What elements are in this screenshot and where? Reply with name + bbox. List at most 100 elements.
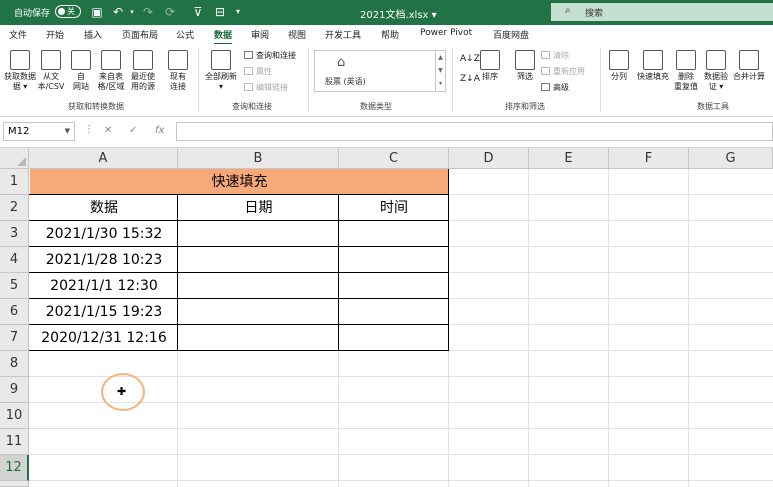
- date-cell[interactable]: [178, 299, 339, 325]
- gallery-scroll[interactable]: ▲ ▼ ▾: [435, 51, 445, 91]
- date-cell[interactable]: [178, 325, 339, 351]
- from-text-csv-button[interactable]: 从文 本/CSV: [36, 50, 66, 92]
- row-header-2[interactable]: 2: [0, 195, 29, 221]
- row-header-9[interactable]: 9: [0, 377, 29, 403]
- text-to-columns-button[interactable]: 分列: [606, 50, 632, 82]
- from-table-range-button[interactable]: 来自表 格/区域: [96, 50, 126, 92]
- properties-label: 属性: [256, 67, 272, 76]
- autosave-toggle[interactable]: 关: [55, 5, 81, 18]
- data-validation-label: 数据验: [704, 72, 728, 81]
- time-cell[interactable]: [339, 273, 449, 299]
- header-cell-data[interactable]: 数据: [30, 195, 178, 221]
- column-header-c[interactable]: C: [339, 148, 449, 169]
- advanced-button[interactable]: 高级: [541, 83, 569, 93]
- tab-home[interactable]: 开始: [46, 28, 64, 41]
- tab-insert[interactable]: 插入: [84, 28, 102, 41]
- row-header-5[interactable]: 5: [0, 273, 29, 299]
- row-header-7[interactable]: 7: [0, 325, 29, 351]
- data-validation-button[interactable]: 数据验 证 ▾: [702, 50, 730, 92]
- undo-dropdown-icon[interactable]: ▾: [124, 4, 140, 20]
- row-header-13[interactable]: [0, 481, 29, 487]
- column-header-d[interactable]: D: [449, 148, 529, 169]
- sort-az-icon[interactable]: A↓Z: [460, 54, 480, 64]
- row-header-12[interactable]: 12: [0, 455, 29, 481]
- column-header-a[interactable]: A: [29, 148, 178, 169]
- row-header-10[interactable]: 10: [0, 403, 29, 429]
- tab-page-layout[interactable]: 页面布局: [122, 28, 158, 41]
- consolidate-button[interactable]: 合并计算: [730, 50, 768, 82]
- worksheet-grid[interactable]: A B C D E F G 1 2 3 4 5 6 7 8 9 10 11 12: [0, 148, 773, 487]
- custom-command-icon[interactable]: ⟳: [162, 4, 178, 20]
- tab-data[interactable]: 数据: [214, 28, 233, 45]
- name-box[interactable]: M12 ▼: [3, 122, 75, 141]
- time-cell[interactable]: [339, 247, 449, 273]
- row-header-11[interactable]: 11: [0, 429, 29, 455]
- tab-developer[interactable]: 开发工具: [325, 28, 361, 41]
- tab-view[interactable]: 视图: [288, 28, 306, 41]
- data-cell[interactable]: 2020/12/31 12:16: [30, 325, 178, 351]
- data-cell[interactable]: 2021/1/28 10:23: [30, 247, 178, 273]
- tab-review[interactable]: 审阅: [251, 28, 269, 41]
- cell-cursor-icon: ✚: [117, 385, 127, 398]
- enter-icon[interactable]: ✓: [129, 125, 137, 136]
- group-label-get-transform: 获取和转换数据: [68, 102, 124, 111]
- title-merged-cell[interactable]: 快速填充: [30, 169, 449, 195]
- tab-baidu-netdisk[interactable]: 百度网盘: [493, 28, 529, 41]
- refresh-icon: [211, 50, 231, 70]
- column-header-f[interactable]: F: [609, 148, 689, 169]
- time-cell[interactable]: [339, 221, 449, 247]
- filter-button[interactable]: 筛选: [512, 50, 538, 82]
- recent-sources-button[interactable]: 最近使 用的源: [128, 50, 158, 92]
- remove-duplicates-button[interactable]: 删除 重复值: [672, 50, 700, 92]
- column-header-b[interactable]: B: [178, 148, 339, 169]
- tab-file[interactable]: 文件: [9, 28, 27, 41]
- search-box[interactable]: ⌕ 搜索: [551, 3, 773, 21]
- time-cell[interactable]: [339, 325, 449, 351]
- flash-fill-button[interactable]: 快速填充: [634, 50, 672, 82]
- edit-links-button[interactable]: 编辑链接: [244, 83, 288, 93]
- chevron-down-icon[interactable]: ▼: [65, 123, 70, 140]
- sort-button[interactable]: 排序: [478, 50, 502, 82]
- row-header-1[interactable]: 1: [0, 169, 29, 195]
- date-cell[interactable]: [178, 247, 339, 273]
- tab-help[interactable]: 帮助: [381, 28, 399, 41]
- row-header-3[interactable]: 3: [0, 221, 29, 247]
- existing-connections-button[interactable]: 现有 连接: [164, 50, 192, 92]
- from-web-button[interactable]: 自 网站: [68, 50, 94, 92]
- form-icon[interactable]: ⊟: [212, 4, 228, 20]
- formula-input[interactable]: [176, 122, 773, 141]
- data-cell[interactable]: 2021/1/30 15:32: [30, 221, 178, 247]
- get-data-button[interactable]: 获取数据 据 ▾: [4, 50, 36, 92]
- data-cell[interactable]: 2021/1/15 19:23: [30, 299, 178, 325]
- select-all-corner[interactable]: [0, 148, 29, 169]
- column-header-e[interactable]: E: [529, 148, 609, 169]
- customize-toolbar-icon[interactable]: ▾: [230, 4, 246, 20]
- time-cell[interactable]: [339, 299, 449, 325]
- save-icon[interactable]: ▣: [89, 4, 105, 20]
- gridline: [449, 298, 773, 299]
- row-header-8[interactable]: 8: [0, 351, 29, 377]
- filter-icon[interactable]: ⊽: [190, 4, 206, 20]
- sort-za-icon[interactable]: Z↓A: [460, 74, 480, 84]
- tab-formulas[interactable]: 公式: [176, 28, 194, 41]
- data-validation-icon: [706, 50, 726, 70]
- redo-icon[interactable]: ↷: [140, 4, 156, 20]
- insert-function-icon[interactable]: fx: [155, 125, 164, 136]
- refresh-all-button[interactable]: 全部刷新 ▾: [202, 50, 240, 92]
- data-types-gallery[interactable]: ⌂ 股票 (英语) ▲ ▼ ▾: [314, 50, 446, 92]
- date-cell[interactable]: [178, 221, 339, 247]
- header-cell-time[interactable]: 时间: [339, 195, 449, 221]
- row-header-6[interactable]: 6: [0, 299, 29, 325]
- data-cell[interactable]: 2021/1/1 12:30: [30, 273, 178, 299]
- clear-button[interactable]: 清除: [541, 51, 569, 61]
- row-header-4[interactable]: 4: [0, 247, 29, 273]
- cancel-icon[interactable]: ✕: [104, 125, 112, 136]
- date-cell[interactable]: [178, 273, 339, 299]
- header-cell-date[interactable]: 日期: [178, 195, 339, 221]
- queries-connections-button[interactable]: 查询和连接: [244, 51, 296, 61]
- reapply-button[interactable]: 重新应用: [541, 67, 585, 77]
- properties-button[interactable]: 属性: [244, 67, 272, 77]
- column-header-g[interactable]: G: [689, 148, 773, 169]
- from-web-sub-label: 网站: [73, 82, 89, 91]
- tab-power-pivot[interactable]: Power Pivot: [420, 28, 472, 38]
